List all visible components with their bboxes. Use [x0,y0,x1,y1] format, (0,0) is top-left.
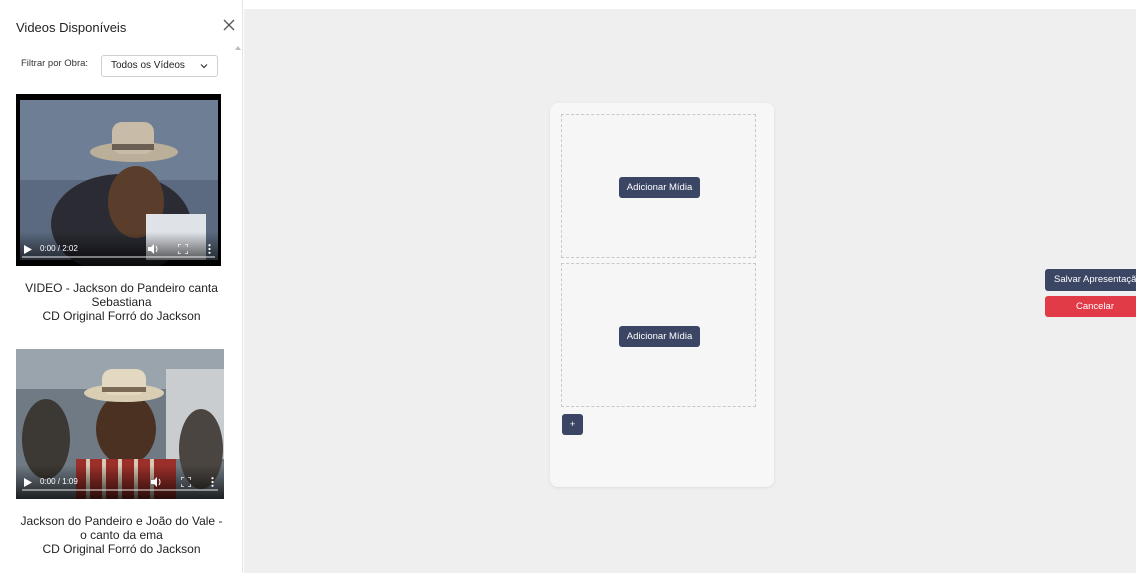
close-icon[interactable] [221,17,237,33]
fullscreen-icon[interactable] [181,477,191,487]
sidebar-title: Videos Disponíveis [16,20,127,35]
scroll-up-icon[interactable] [235,44,241,52]
videos-sidebar: Videos Disponíveis Filtrar por Obra: Tod… [0,0,243,573]
top-strip [244,0,1136,9]
media-slot-1[interactable]: Adicionar Mídia [561,114,756,258]
video-controls: 0:00 / 1:09 [16,465,224,499]
app-root: Videos Disponíveis Filtrar por Obra: Tod… [0,0,1136,573]
more-options-icon[interactable] [208,244,211,254]
video-controls: 0:00 / 2:02 [16,232,221,266]
caption-line: Sebastiana [91,295,152,309]
fullscreen-icon[interactable] [178,244,188,254]
caption-line: CD Original Forró do Jackson [42,542,201,556]
caption-line: VIDEO - Jackson do Pandeiro canta [25,281,218,295]
save-presentation-button[interactable]: Salvar Apresentação [1045,269,1136,291]
volume-icon[interactable] [151,477,162,487]
caption-line: Jackson do Pandeiro e João do Vale - [20,514,223,528]
chevron-down-icon [200,64,208,69]
volume-icon[interactable] [148,244,159,254]
video-caption-1: VIDEO - Jackson do Pandeiro canta Sebast… [0,281,242,323]
video-player-2[interactable]: 0:00 / 1:09 [16,349,224,499]
add-media-button[interactable]: Adicionar Mídia [619,177,700,198]
editor-area: Adicionar Mídia Adicionar Mídia + Salvar… [244,0,1136,573]
filter-selected-value: Todos os Vídeos [111,60,185,71]
filter-label: Filtrar por Obra: [21,58,89,69]
add-slot-button[interactable]: + [562,414,583,435]
filter-select[interactable]: Todos os Vídeos [101,55,218,77]
play-icon[interactable] [24,245,32,254]
presentation-card: Adicionar Mídia Adicionar Mídia + [550,103,774,487]
caption-line: CD Original Forró do Jackson [42,309,201,323]
add-media-button[interactable]: Adicionar Mídia [619,326,700,347]
video-time: 0:00 / 1:09 [40,477,78,486]
play-icon[interactable] [24,478,32,487]
video-time: 0:00 / 2:02 [40,244,78,253]
video-caption-2: Jackson do Pandeiro e João do Vale - o c… [0,514,242,556]
video-player-1[interactable]: 0:00 / 2:02 [16,94,221,266]
caption-line: o canto da ema [80,528,163,542]
media-slot-2[interactable]: Adicionar Mídia [561,263,756,407]
progress-bar[interactable] [22,489,218,491]
cancel-button[interactable]: Cancelar [1045,296,1136,317]
progress-bar[interactable] [22,256,215,258]
more-options-icon[interactable] [211,477,214,487]
